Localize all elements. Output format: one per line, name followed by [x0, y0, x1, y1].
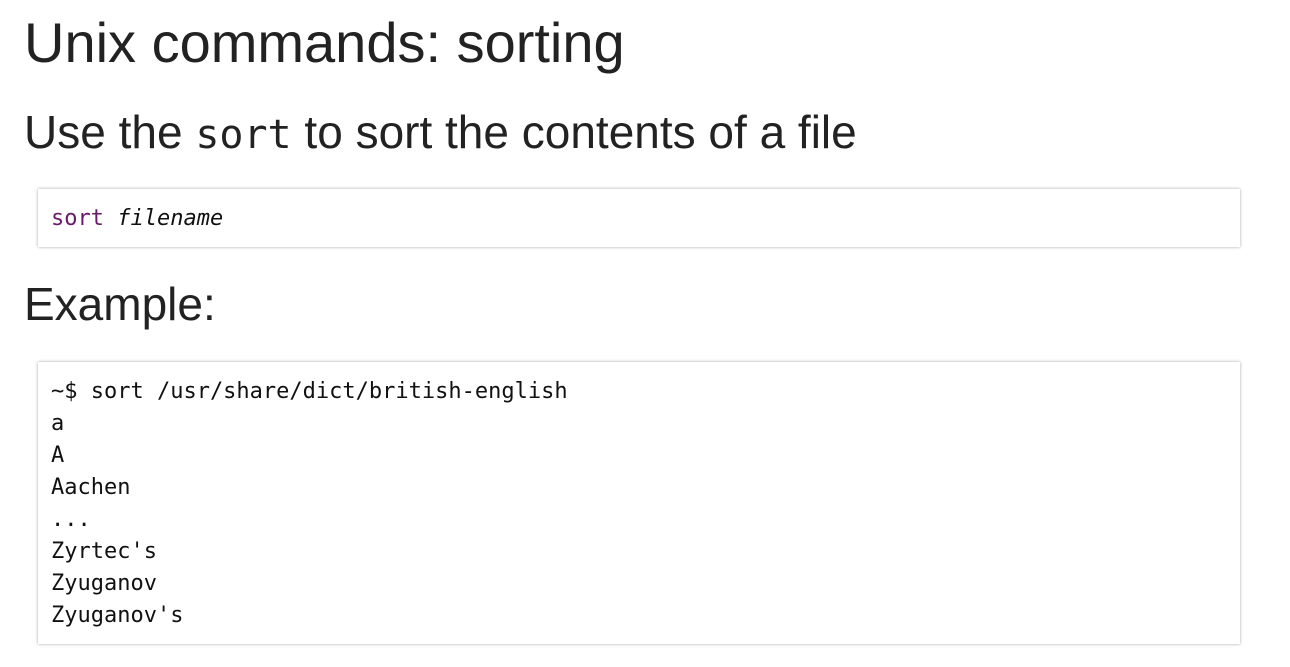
subtitle-inline-code: sort	[195, 112, 292, 158]
example-heading: Example:	[24, 278, 216, 330]
example-command-line: ~$ sort /usr/share/dict/british-english	[51, 379, 568, 404]
subtitle-text-after: to sort the contents of a file	[291, 106, 857, 158]
example-output-line: a	[51, 411, 65, 436]
example-output-line: Zyuganov	[51, 571, 157, 596]
page-title: Unix commands: sorting	[24, 11, 625, 74]
example-output-line: Aachen	[51, 475, 131, 500]
syntax-command: sort	[51, 206, 104, 231]
subtitle-text-before: Use the	[24, 106, 196, 158]
example-code-block: ~$ sort /usr/share/dict/british-english …	[38, 362, 1240, 644]
example-output-line: ...	[51, 507, 91, 532]
subtitle: Use the sort to sort the contents of a f…	[24, 104, 857, 163]
example-output-line: A	[51, 443, 65, 468]
example-output-line: Zyrtec's	[51, 539, 157, 564]
example-output-line: Zyuganov's	[51, 603, 184, 628]
syntax-code-block: sort filename	[38, 189, 1240, 247]
syntax-argument: filename	[117, 206, 224, 231]
